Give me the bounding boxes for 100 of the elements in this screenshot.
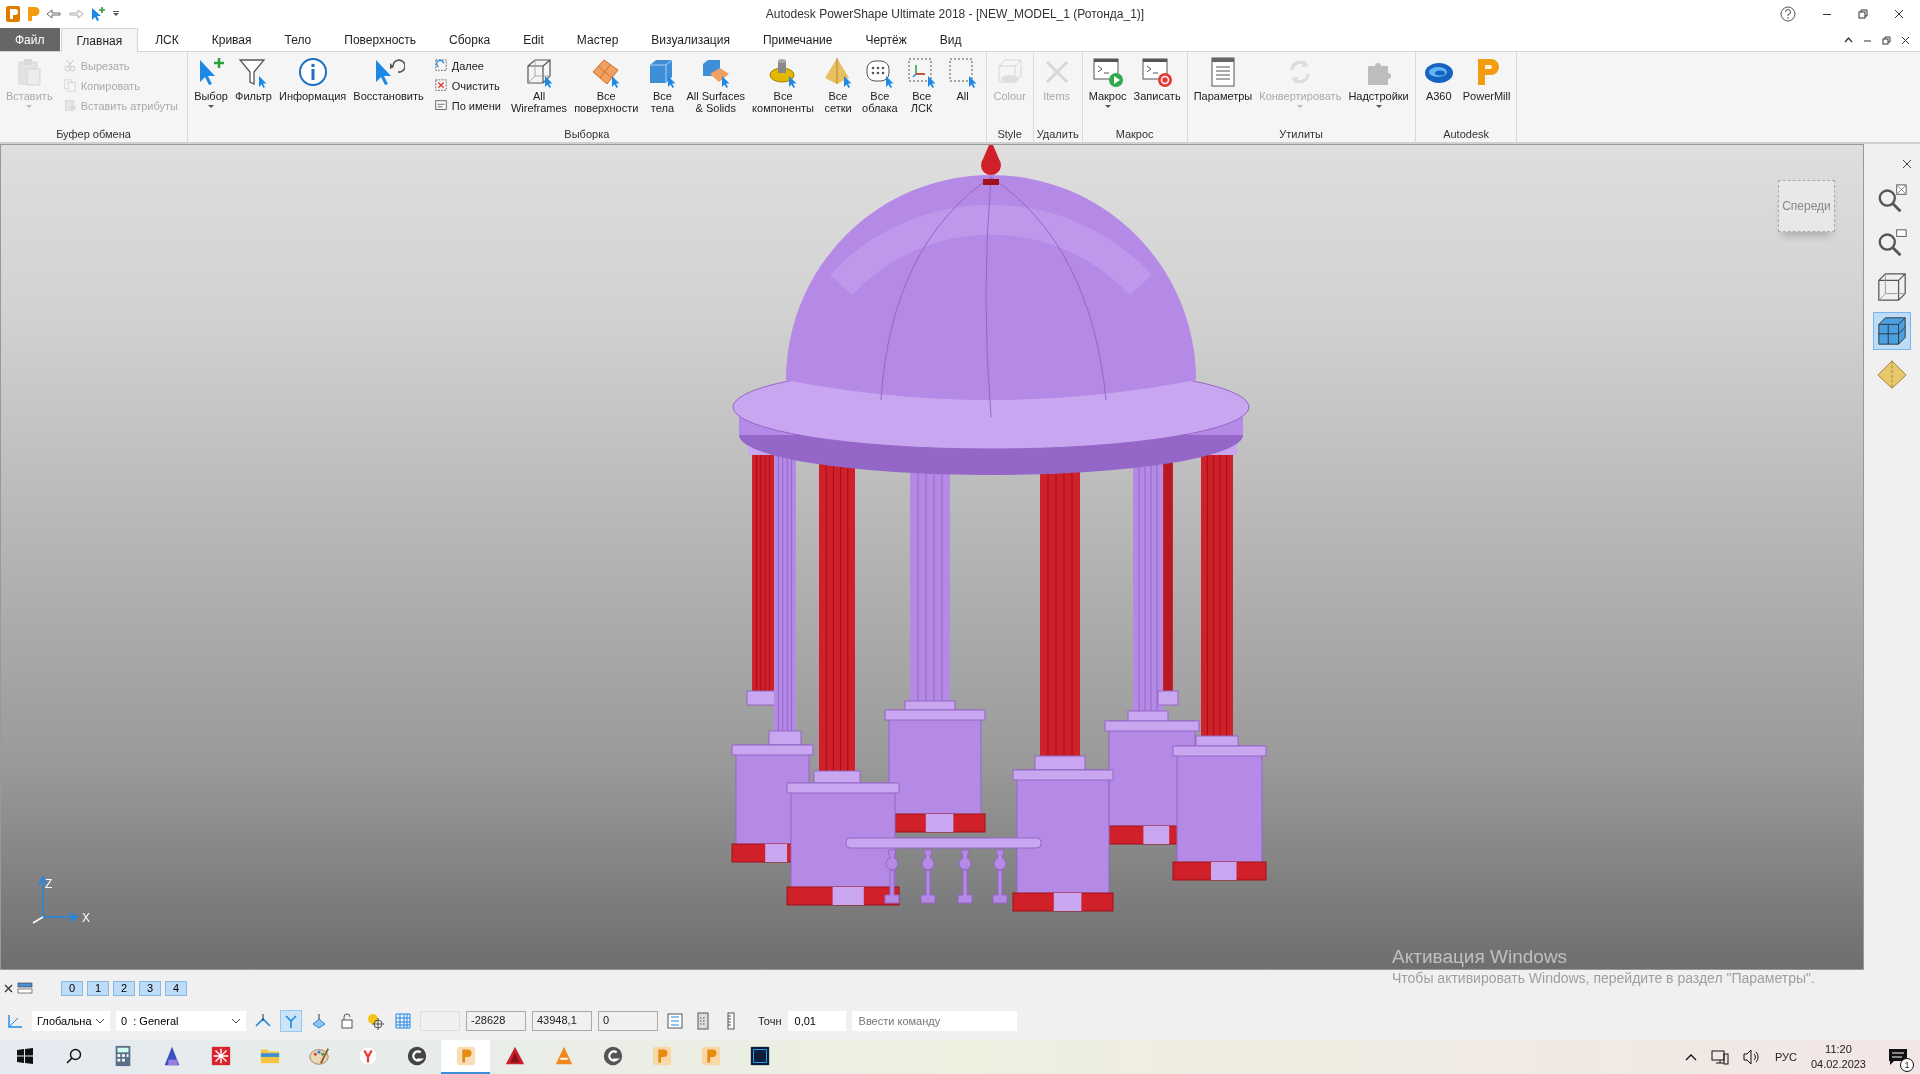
clock-date[interactable]: 04.02.2023 — [1810, 1057, 1866, 1072]
ribbon-tab[interactable]: Кривая — [195, 28, 268, 51]
layer-button[interactable]: 1 — [87, 980, 109, 996]
clock-time[interactable]: 11:20 — [1825, 1042, 1852, 1057]
ribbon-button[interactable]: All Wireframes — [507, 54, 571, 116]
close-icon — [4, 983, 13, 993]
restore-icon[interactable] — [1858, 9, 1868, 19]
command-field[interactable]: Ввести команду — [851, 1011, 1017, 1031]
chevron-down-icon — [231, 1016, 241, 1026]
dashed-selection-icon — [433, 59, 448, 73]
close-icon — [1902, 159, 1912, 169]
gear-component-icon — [767, 56, 800, 88]
ribbon-button[interactable]: All Surfaces & Solids — [683, 54, 749, 116]
zoom-box-icon — [1876, 227, 1908, 259]
layer-button[interactable]: 3 — [139, 980, 161, 996]
file-tab[interactable]: Файл — [0, 28, 60, 51]
macro-play-icon — [1091, 56, 1124, 88]
ribbon-tab[interactable]: Примечание — [746, 28, 849, 51]
axis-label: Z — [45, 877, 53, 891]
zoom-fit-icon — [1876, 183, 1908, 215]
ribbon-button[interactable]: PowerMill — [1459, 54, 1514, 104]
volume-icon[interactable] — [1742, 1049, 1761, 1065]
layers-button[interactable] — [17, 982, 33, 994]
grid-icon — [394, 1012, 412, 1030]
ribbon-button[interactable]: Фильтр — [232, 54, 275, 104]
group-label: Выборка — [563, 127, 611, 142]
group-label: Утилиты — [1278, 127, 1324, 142]
layers-icon — [17, 982, 33, 994]
ribbon-tab[interactable]: Главная — [60, 28, 139, 52]
ribbon-button[interactable]: Все облака — [859, 54, 901, 116]
ribbon-button[interactable]: Восстановить — [350, 54, 427, 104]
app-logo-icon — [6, 6, 20, 22]
window-title: Autodesk PowerShape Ultimate 2018 - [NEW_MODEL_1 (Ротонда_1)] — [764, 7, 1146, 21]
ribbon-button[interactable]: Все компоненты — [749, 54, 817, 116]
group-label: Autodesk — [1442, 127, 1490, 142]
ribbon-button[interactable]: A360 — [1418, 54, 1459, 104]
ribbon-tab[interactable]: ЛСК — [139, 28, 195, 51]
close-icon[interactable] — [1894, 9, 1904, 19]
layer-button[interactable]: 4 — [165, 980, 187, 996]
ribbon-tab[interactable]: Чертёж — [849, 28, 923, 51]
undo-icon[interactable] — [46, 8, 62, 20]
ribbon-button[interactable]: All — [942, 54, 983, 104]
layer-button[interactable]: 0 — [61, 980, 83, 996]
app-logo-icon — [454, 1045, 477, 1067]
layer-button[interactable]: 2 — [113, 980, 135, 996]
collapse-ribbon-icon[interactable] — [1844, 35, 1853, 45]
ribbon-button[interactable]: Выбор — [191, 54, 231, 110]
group-label: Макрос — [1114, 127, 1155, 142]
dropdown-icon[interactable] — [112, 10, 120, 18]
tolerance-field[interactable]: 0,01 — [787, 1011, 846, 1031]
ribbon-button[interactable]: Надстройки — [1345, 54, 1412, 110]
coordinate-field[interactable]: -28628 — [466, 1011, 526, 1031]
swirl-icon — [405, 1045, 428, 1067]
ribbon-button[interactable]: Очистить — [431, 77, 503, 95]
axes-icon — [6, 1012, 24, 1030]
search-icon — [65, 1048, 82, 1064]
close-button[interactable] — [4, 983, 13, 993]
coordinate-field[interactable]: 43948,1 — [532, 1011, 592, 1031]
network-icon[interactable] — [1710, 1049, 1729, 1065]
coordinate-dropdown[interactable]: Глобальна — [32, 1011, 110, 1031]
snowflake-icon — [209, 1045, 232, 1067]
ribbon-tab[interactable]: Тело — [268, 28, 328, 51]
ribbon-button[interactable]: Все ЛСК — [901, 54, 942, 116]
help-icon[interactable] — [1780, 6, 1796, 22]
ribbon-button[interactable]: Все сетки — [818, 54, 858, 116]
layer-dropdown[interactable]: 0 : General — [116, 1011, 246, 1031]
toolbar-button[interactable] — [280, 1010, 302, 1032]
windows-logo-icon — [16, 1048, 33, 1064]
language-indicator[interactable]: РУС — [1774, 1051, 1797, 1063]
notification-icon[interactable] — [1888, 1048, 1908, 1066]
group-label: Удалить — [1036, 127, 1079, 142]
ribbon-tab[interactable]: Edit — [507, 28, 560, 51]
app-logo-icon — [650, 1045, 673, 1067]
ribbon-tab[interactable]: Поверхность — [328, 28, 433, 51]
bulb-target-icon — [366, 1012, 384, 1030]
ribbon-button[interactable]: Информация — [275, 54, 350, 104]
chevron-up-icon[interactable] — [1684, 1053, 1697, 1061]
restore-icon[interactable] — [1882, 35, 1891, 45]
cursor-plus-icon[interactable] — [90, 6, 106, 22]
info-icon — [296, 56, 329, 88]
ribbon-tab[interactable]: Вид — [923, 28, 978, 51]
pyramid-icon — [822, 56, 854, 88]
ribbon-button[interactable]: Далее — [431, 57, 503, 75]
ribbon-tab[interactable]: Сборка — [433, 28, 507, 51]
lock-icon — [338, 1012, 356, 1030]
filter-icon — [237, 56, 270, 88]
close-icon[interactable] — [1901, 35, 1910, 45]
ribbon-button[interactable]: Все тела — [642, 54, 683, 116]
toolbar-button[interactable] — [664, 1010, 686, 1032]
ribbon-button[interactable]: Параметры — [1190, 54, 1256, 104]
ribbon-button[interactable]: Все поверхности — [571, 54, 642, 116]
coordinate-field[interactable]: 0 — [598, 1011, 658, 1031]
ribbon-button[interactable]: Записать — [1130, 54, 1184, 104]
ribbon-tab[interactable]: Визуализация — [635, 28, 746, 51]
ribbon-button[interactable]: Макрос — [1085, 54, 1130, 110]
view-button[interactable] — [1873, 312, 1911, 350]
group-label: Буфер обмена — [55, 127, 132, 142]
ribbon-tab[interactable]: Мастер — [560, 28, 635, 51]
ribbon-button[interactable]: По имени — [431, 97, 503, 115]
paste-attributes-icon — [62, 99, 77, 113]
